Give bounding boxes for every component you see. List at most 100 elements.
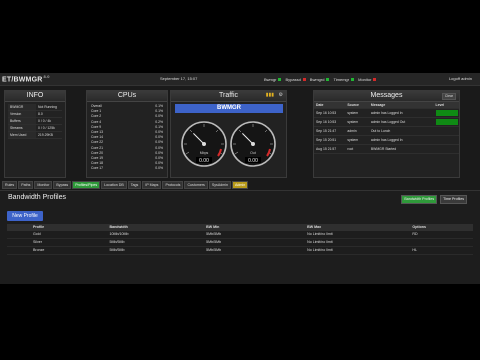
message-text: admin has Logged In bbox=[370, 138, 403, 142]
messages-title: Messages Clear bbox=[314, 91, 459, 102]
message-level bbox=[434, 118, 459, 126]
status-bypassd: Bypassd bbox=[284, 76, 306, 82]
new-profile-button[interactable]: New Profile bbox=[7, 211, 43, 221]
gauge-label: Mbps bbox=[200, 151, 209, 155]
message-row[interactable]: Sep 15 21:47 admin Out to Lunch bbox=[314, 127, 459, 136]
message-text: Out to Lunch bbox=[370, 129, 391, 133]
message-source: admin bbox=[347, 129, 357, 133]
tab-bypass[interactable]: Bypass bbox=[53, 181, 72, 189]
cpu-row: Core 17 0.0% bbox=[87, 166, 167, 171]
service-status-bar: Bwmgr Bypassd Bwmgrd Timemgr Monitor bbox=[263, 76, 377, 82]
profile-bandwidth: 5Mb/5Mb bbox=[109, 248, 125, 252]
gauge-value: 0.00 bbox=[248, 158, 258, 164]
message-row[interactable]: Sep 16 10:53 system admin has Logged In bbox=[314, 109, 459, 118]
section-title: Bandwidth Profiles bbox=[8, 194, 66, 201]
profiles-table-header: Profile Bandwidth BW Min BW Max Options bbox=[7, 224, 473, 231]
message-source: system bbox=[347, 120, 359, 124]
message-level bbox=[434, 127, 459, 135]
cpus-title: CPUs bbox=[87, 91, 167, 102]
profiles-table: Profile Bandwidth BW Min BW Max Options Gold… bbox=[7, 224, 473, 255]
bandwidth-profiles-button[interactable]: Bandwidth Profiles bbox=[401, 195, 438, 204]
status-indicator bbox=[302, 77, 306, 81]
message-text: admin has Logged Out bbox=[370, 120, 406, 124]
cpus-panel: CPUs Overall 0.1% Core 1 0.1% Core 2 0.0% Core… bbox=[86, 90, 168, 178]
info-row: Streams 0 / 0 / 125k bbox=[8, 125, 62, 132]
app-window: ET/BWMGR8.0 September 17, 15:07 Bwmgr By… bbox=[0, 73, 480, 284]
status-indicator bbox=[278, 77, 282, 81]
profile-options: HL bbox=[412, 248, 418, 252]
profile-bw-max: No Limit/no limit bbox=[307, 240, 333, 244]
main-tabs: Rules Paths Monitor Bypass Profiles/Pipes Loc… bbox=[2, 181, 249, 189]
message-source: root bbox=[347, 147, 354, 151]
tab-customers[interactable]: Customers bbox=[184, 181, 208, 189]
profile-row[interactable]: Silver 5Mb/5Mb 5Mb/5Mb No Limit/no limit bbox=[7, 239, 473, 247]
bar-chart-icon[interactable]: ▮▮▮ bbox=[266, 93, 274, 98]
profile-row[interactable]: Gold 10Mb/10Mb 5Mb/5Mb No Limit/no limit RD bbox=[7, 231, 473, 239]
message-date: Sep 16 10:53 bbox=[316, 120, 337, 124]
messages-panel: Messages Clear Date Source Message Level Se… bbox=[313, 90, 460, 178]
info-row: Buffers 0 / 0 / 4k bbox=[8, 118, 62, 125]
message-level bbox=[434, 136, 459, 144]
gauge-in: Mbps 0.00 bbox=[181, 121, 227, 167]
message-row[interactable]: Sep 15 20:51 system admin has Logged In bbox=[314, 136, 459, 145]
tab-paths[interactable]: Paths bbox=[18, 181, 34, 189]
tab-location-db[interactable]: Location DB bbox=[101, 181, 127, 189]
profile-bw-min: 5Mb/5Mb bbox=[206, 248, 222, 252]
message-text: BWMGR Started bbox=[370, 147, 397, 151]
profile-bw-min: 5Mb/5Mb bbox=[206, 240, 222, 244]
top-bar: ET/BWMGR8.0 September 17, 15:07 Bwmgr By… bbox=[0, 73, 480, 86]
traffic-title-text: Traffic bbox=[218, 92, 239, 99]
profile-row[interactable]: Bronze 5Mb/5Mb 5Mb/5Mb No Limit/no limit HL bbox=[7, 247, 473, 255]
message-source: system bbox=[347, 111, 359, 115]
status-indicator bbox=[373, 77, 377, 81]
cpu-list: Overall 0.1% Core 1 0.1% Core 2 0.0% Core 4 0.2… bbox=[87, 102, 167, 171]
traffic-gauges: Mbps 0.00 Out 0.00 bbox=[181, 121, 276, 167]
app-name: ET/BWMGR bbox=[2, 76, 43, 84]
cpu-load: 0.0% bbox=[155, 166, 163, 171]
level-indicator bbox=[435, 119, 458, 125]
messages-title-text: Messages bbox=[370, 92, 403, 99]
time-profiles-button[interactable]: Time Profiles bbox=[440, 195, 467, 204]
status-indicator bbox=[326, 77, 330, 81]
message-row[interactable]: Sep 16 10:53 system admin has Logged Out bbox=[314, 118, 459, 127]
profile-name: Gold bbox=[33, 232, 41, 236]
profile-options bbox=[386, 239, 473, 246]
message-text: admin has Logged In bbox=[370, 111, 403, 115]
profile-bw-max: No Limit/no limit bbox=[307, 248, 333, 252]
tab-profiles-pipes[interactable]: Profiles/Pipes bbox=[72, 181, 101, 189]
gauge-hub bbox=[251, 142, 255, 146]
profile-bw-min: 5Mb/5Mb bbox=[206, 232, 222, 236]
tab-ip-maps[interactable]: IP Maps bbox=[142, 181, 162, 189]
info-row: Version 8.0 bbox=[8, 111, 62, 118]
cpu-core-name: Core 17 bbox=[91, 166, 104, 171]
messages-header: Date Source Message Level bbox=[314, 102, 459, 109]
tab-rules[interactable]: Rules bbox=[2, 181, 18, 189]
tab-admin[interactable]: Admin bbox=[232, 181, 249, 189]
logout-link[interactable]: Logoff admin bbox=[449, 76, 472, 81]
message-date: Sep 15 20:51 bbox=[316, 138, 337, 142]
gauge-hub bbox=[202, 142, 206, 146]
tab-monitor[interactable]: Monitor bbox=[34, 181, 53, 189]
profile-bw-max: No Limit/no limit bbox=[307, 232, 333, 236]
info-row: BWMGR Not Running bbox=[8, 104, 62, 111]
profile-bandwidth: 5Mb/5Mb bbox=[109, 240, 125, 244]
bandwidth-profiles-section: Bandwidth Profiles Bandwidth Profiles Ti… bbox=[0, 190, 480, 284]
message-source: system bbox=[347, 138, 359, 142]
traffic-source-bar: BWMGR bbox=[175, 104, 283, 113]
profile-bandwidth: 10Mb/10Mb bbox=[109, 232, 129, 236]
gear-icon[interactable]: ⚙ bbox=[279, 93, 283, 98]
traffic-panel: Traffic ▮▮▮ ⚙ BWMGR Mbps 0.00 Out 0.00 bbox=[170, 90, 287, 178]
clear-messages-button[interactable]: Clear bbox=[441, 93, 456, 100]
info-row: Mem Used 219.29KB bbox=[8, 132, 62, 139]
tab-sysadmin[interactable]: SysAdmin bbox=[208, 181, 232, 189]
message-date: Sep 16 10:53 bbox=[316, 111, 337, 115]
profile-type-switch: Bandwidth Profiles Time Profiles bbox=[401, 195, 467, 204]
gauge-label: Out bbox=[250, 151, 256, 155]
message-date: Aug 15 21:57 bbox=[316, 147, 337, 151]
status-bwmgr: Bwmgr bbox=[263, 76, 282, 82]
current-date: September 17, 15:07 bbox=[160, 76, 198, 81]
message-row[interactable]: Aug 15 21:57 root BWMGR Started bbox=[314, 145, 459, 154]
level-indicator bbox=[435, 110, 458, 116]
tab-protocols[interactable]: Protocols bbox=[162, 181, 184, 189]
tab-tags[interactable]: Tags bbox=[127, 181, 142, 189]
